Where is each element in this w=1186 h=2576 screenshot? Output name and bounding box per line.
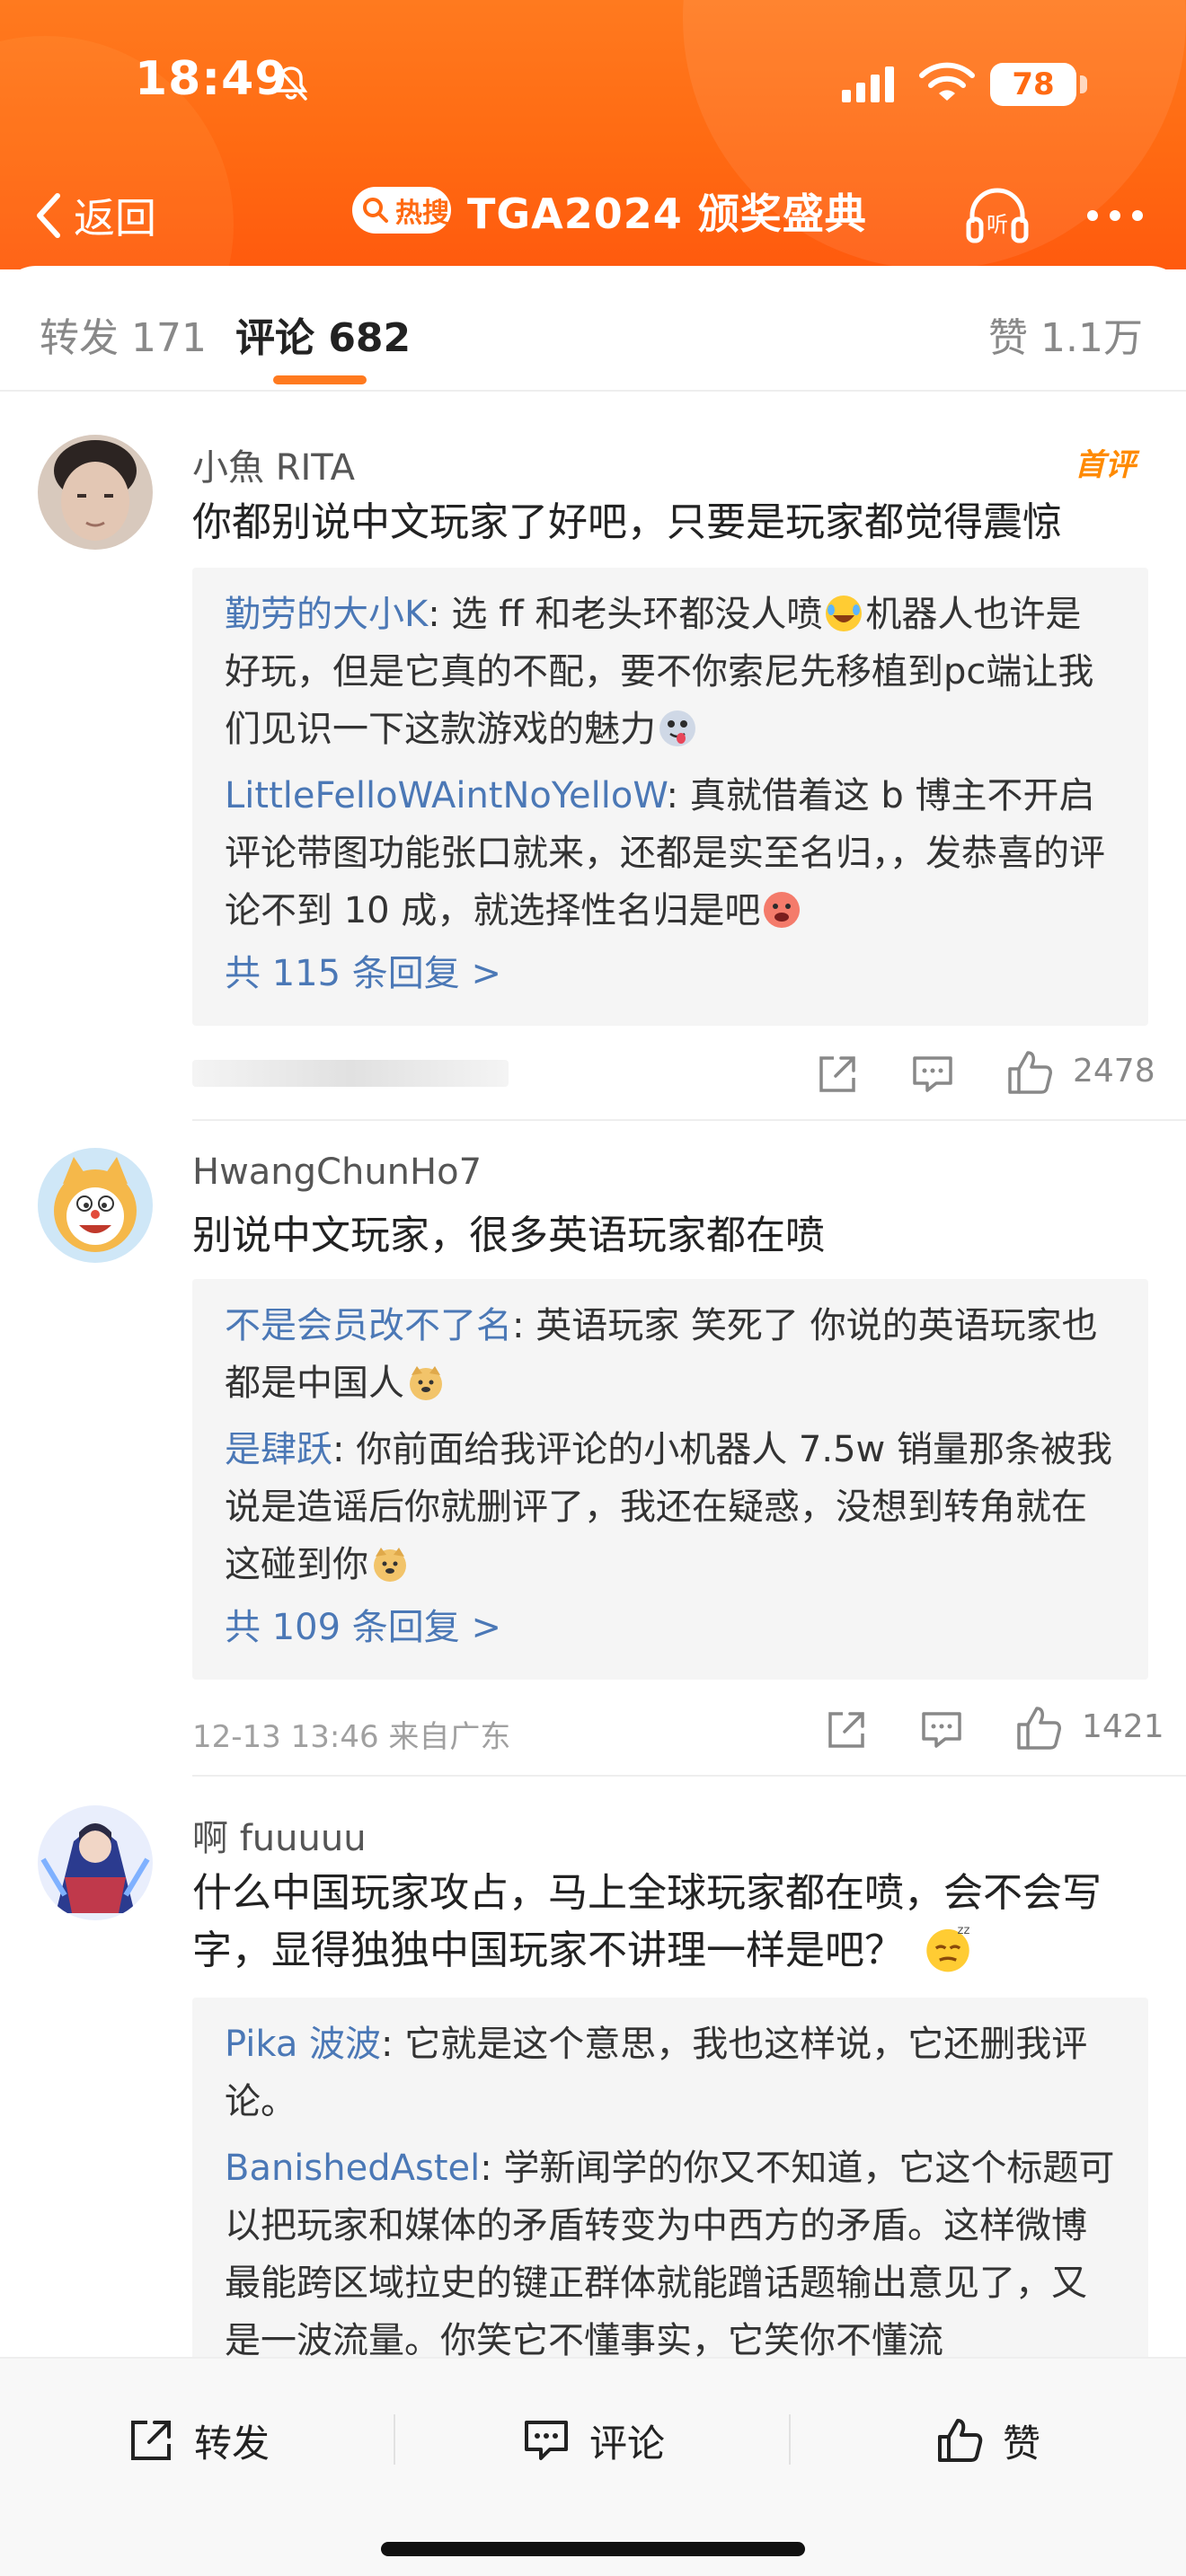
tab-bar: 转发 171 评论 682 赞 1.1万 [0, 296, 1186, 386]
bottom-action-bar: 转发 评论 赞 [0, 2357, 1186, 2576]
view-more-replies-link[interactable]: 共 115 条回复 > [225, 948, 1116, 999]
comment-text: 你都别说中文玩家了好吧，只要是玩家都觉得震惊 [192, 499, 1062, 545]
status-time: 18:49 [135, 52, 288, 106]
reply-username[interactable]: Pika 波波 [225, 2024, 381, 2065]
reply-username[interactable]: 不是会员改不了名 [225, 1305, 512, 1346]
sleepy-face-emoji-icon: zz [926, 1924, 970, 1972]
reply-preview-box[interactable]: 勤劳的大小K: 选 ff 和老头环都没人喷 机器人也许是好玩，但是它真的不配，要不… [192, 568, 1148, 1026]
chevron-left-icon [37, 193, 60, 238]
battery-tip [1080, 75, 1087, 93]
hot-badge-label: 热搜 [395, 198, 449, 229]
avatar[interactable] [38, 1148, 153, 1263]
home-indicator [381, 2542, 805, 2556]
cellular-signal-icon [842, 66, 894, 102]
wifi-icon [919, 62, 975, 101]
share-icon [131, 2421, 171, 2460]
thumbs-up-icon [938, 2419, 983, 2462]
comment-text: 什么中国玩家攻占，马上全球玩家都在喷，会不会写字，显得独独中国玩家不讲理一样是吧… [192, 1865, 1154, 1980]
hot-search-badge[interactable]: 热搜 [352, 187, 451, 234]
avatar-photo-icon [38, 435, 153, 550]
comment-divider [192, 1119, 1186, 1121]
avatar-anime-icon [38, 1805, 153, 1920]
thumbs-up-icon[interactable] [1013, 1703, 1064, 1753]
active-tab-indicator [273, 375, 367, 384]
comment-label: 评论 [589, 2421, 666, 2466]
laughing-tears-emoji-icon [826, 595, 863, 631]
reply-item: 是肆跃: 你前面给我评论的小机器人 7.5w 销量那条被我说是造谣后你就删评了，… [225, 1421, 1116, 1593]
avatar[interactable] [38, 435, 153, 550]
doge-emoji-icon [374, 1548, 406, 1582]
angry-face-emoji-icon [764, 892, 801, 928]
tongue-face-emoji-icon [659, 710, 695, 746]
reply-item: Pika 波波: 它就是这个意思，我也这样说，它还删我评论。 [225, 2016, 1116, 2130]
bell-muted-icon [274, 65, 308, 101]
search-icon [363, 198, 388, 223]
avatar[interactable] [38, 1805, 153, 1920]
headphones-listen-icon[interactable]: 听 [963, 181, 1031, 250]
status-bar: 18:49 78 [0, 0, 1186, 162]
reply-item: 勤劳的大小K: 选 ff 和老头环都没人喷 机器人也许是好玩，但是它真的不配，要不… [225, 586, 1116, 758]
comment-username[interactable]: 小魚 RITA [192, 438, 355, 490]
share-icon[interactable] [823, 1707, 870, 1753]
battery-indicator: 78 [990, 63, 1076, 106]
back-label: 返回 [74, 194, 156, 243]
like-count: 2478 [1073, 1053, 1155, 1090]
forward-label: 转发 [194, 2421, 270, 2466]
tab-forward[interactable]: 转发 171 [40, 305, 207, 363]
comment-timestamp-location: 12-13 13:46 来自广东 [192, 1719, 511, 1755]
reply-preview-box[interactable]: 不是会员改不了名: 英语玩家 笑死了 你说的英语玩家也都是中国人 是肆跃: 你前… [192, 1279, 1148, 1680]
comment-button[interactable]: 评论 [521, 2409, 665, 2472]
comment-icon [525, 2421, 568, 2460]
reply-text: : 选 ff 和老头环都没人喷 [428, 594, 823, 635]
comment-divider [192, 1775, 1186, 1777]
comment-username[interactable]: 啊 fuuuuu [192, 1809, 367, 1861]
tab-like[interactable]: 赞 1.1万 [988, 305, 1143, 363]
reply-item: 不是会员改不了名: 英语玩家 笑死了 你说的英语玩家也都是中国人 [225, 1297, 1116, 1412]
like-button[interactable]: 赞 [934, 2409, 1040, 2472]
divider [0, 390, 1186, 392]
reply-username[interactable]: 是肆跃 [225, 1429, 332, 1470]
forward-button[interactable]: 转发 [126, 2409, 270, 2472]
more-options-icon[interactable] [1084, 205, 1146, 226]
view-more-replies-link[interactable]: 共 109 条回复 > [225, 1602, 1116, 1653]
reply-item: BanishedAstel: 学新闻学的你又不知道，它这个标题可以把玩家和媒体的… [225, 2139, 1116, 2369]
page-title: TGA2024 颁奖盛典 [467, 190, 867, 238]
reply-username[interactable]: 勤劳的大小K [225, 594, 428, 635]
blurred-metadata [192, 1060, 509, 1087]
nav-bar: 返回 热搜 TGA2024 颁奖盛典 听 [0, 162, 1186, 269]
reply-text: : 你前面给我评论的小机器人 7.5w 销量那条被我说是造谣后你就删评了，我还在… [225, 1429, 1112, 1585]
reply-icon[interactable] [909, 1051, 956, 1098]
divider [789, 2414, 791, 2465]
like-label: 赞 [1003, 2421, 1041, 2466]
svg-text:zz: zz [958, 1924, 970, 1937]
reply-username[interactable]: BanishedAstel [225, 2148, 480, 2189]
comment-actions: 2478 [814, 1047, 1155, 1101]
comment-text: 别说中文玩家，很多英语玩家都在喷 [192, 1213, 825, 1258]
like-count: 1421 [1082, 1708, 1164, 1745]
back-button[interactable]: 返回 [31, 180, 156, 251]
comment-username[interactable]: HwangChunHo7 [192, 1151, 482, 1193]
thumbs-up-icon[interactable] [1005, 1047, 1055, 1098]
avatar-cartoon-icon [38, 1148, 153, 1263]
divider [394, 2414, 395, 2465]
first-comment-badge: 首评 [1075, 447, 1136, 483]
reply-preview-box[interactable]: Pika 波波: 它就是这个意思，我也这样说，它还删我评论。 BanishedA… [192, 1998, 1148, 2375]
reply-icon[interactable] [918, 1707, 965, 1753]
tab-comment[interactable]: 评论 682 [235, 305, 411, 363]
comment-actions: 1421 [823, 1703, 1164, 1757]
battery-level: 78 [1012, 66, 1055, 102]
svg-text:听: 听 [987, 212, 1008, 237]
reply-item: LittleFelloWAintNoYelloW: 真就借着这 b 博主不开启评… [225, 767, 1116, 940]
share-icon[interactable] [814, 1051, 861, 1098]
reply-username[interactable]: LittleFelloWAintNoYelloW [225, 775, 667, 816]
doge-emoji-icon [410, 1366, 442, 1400]
